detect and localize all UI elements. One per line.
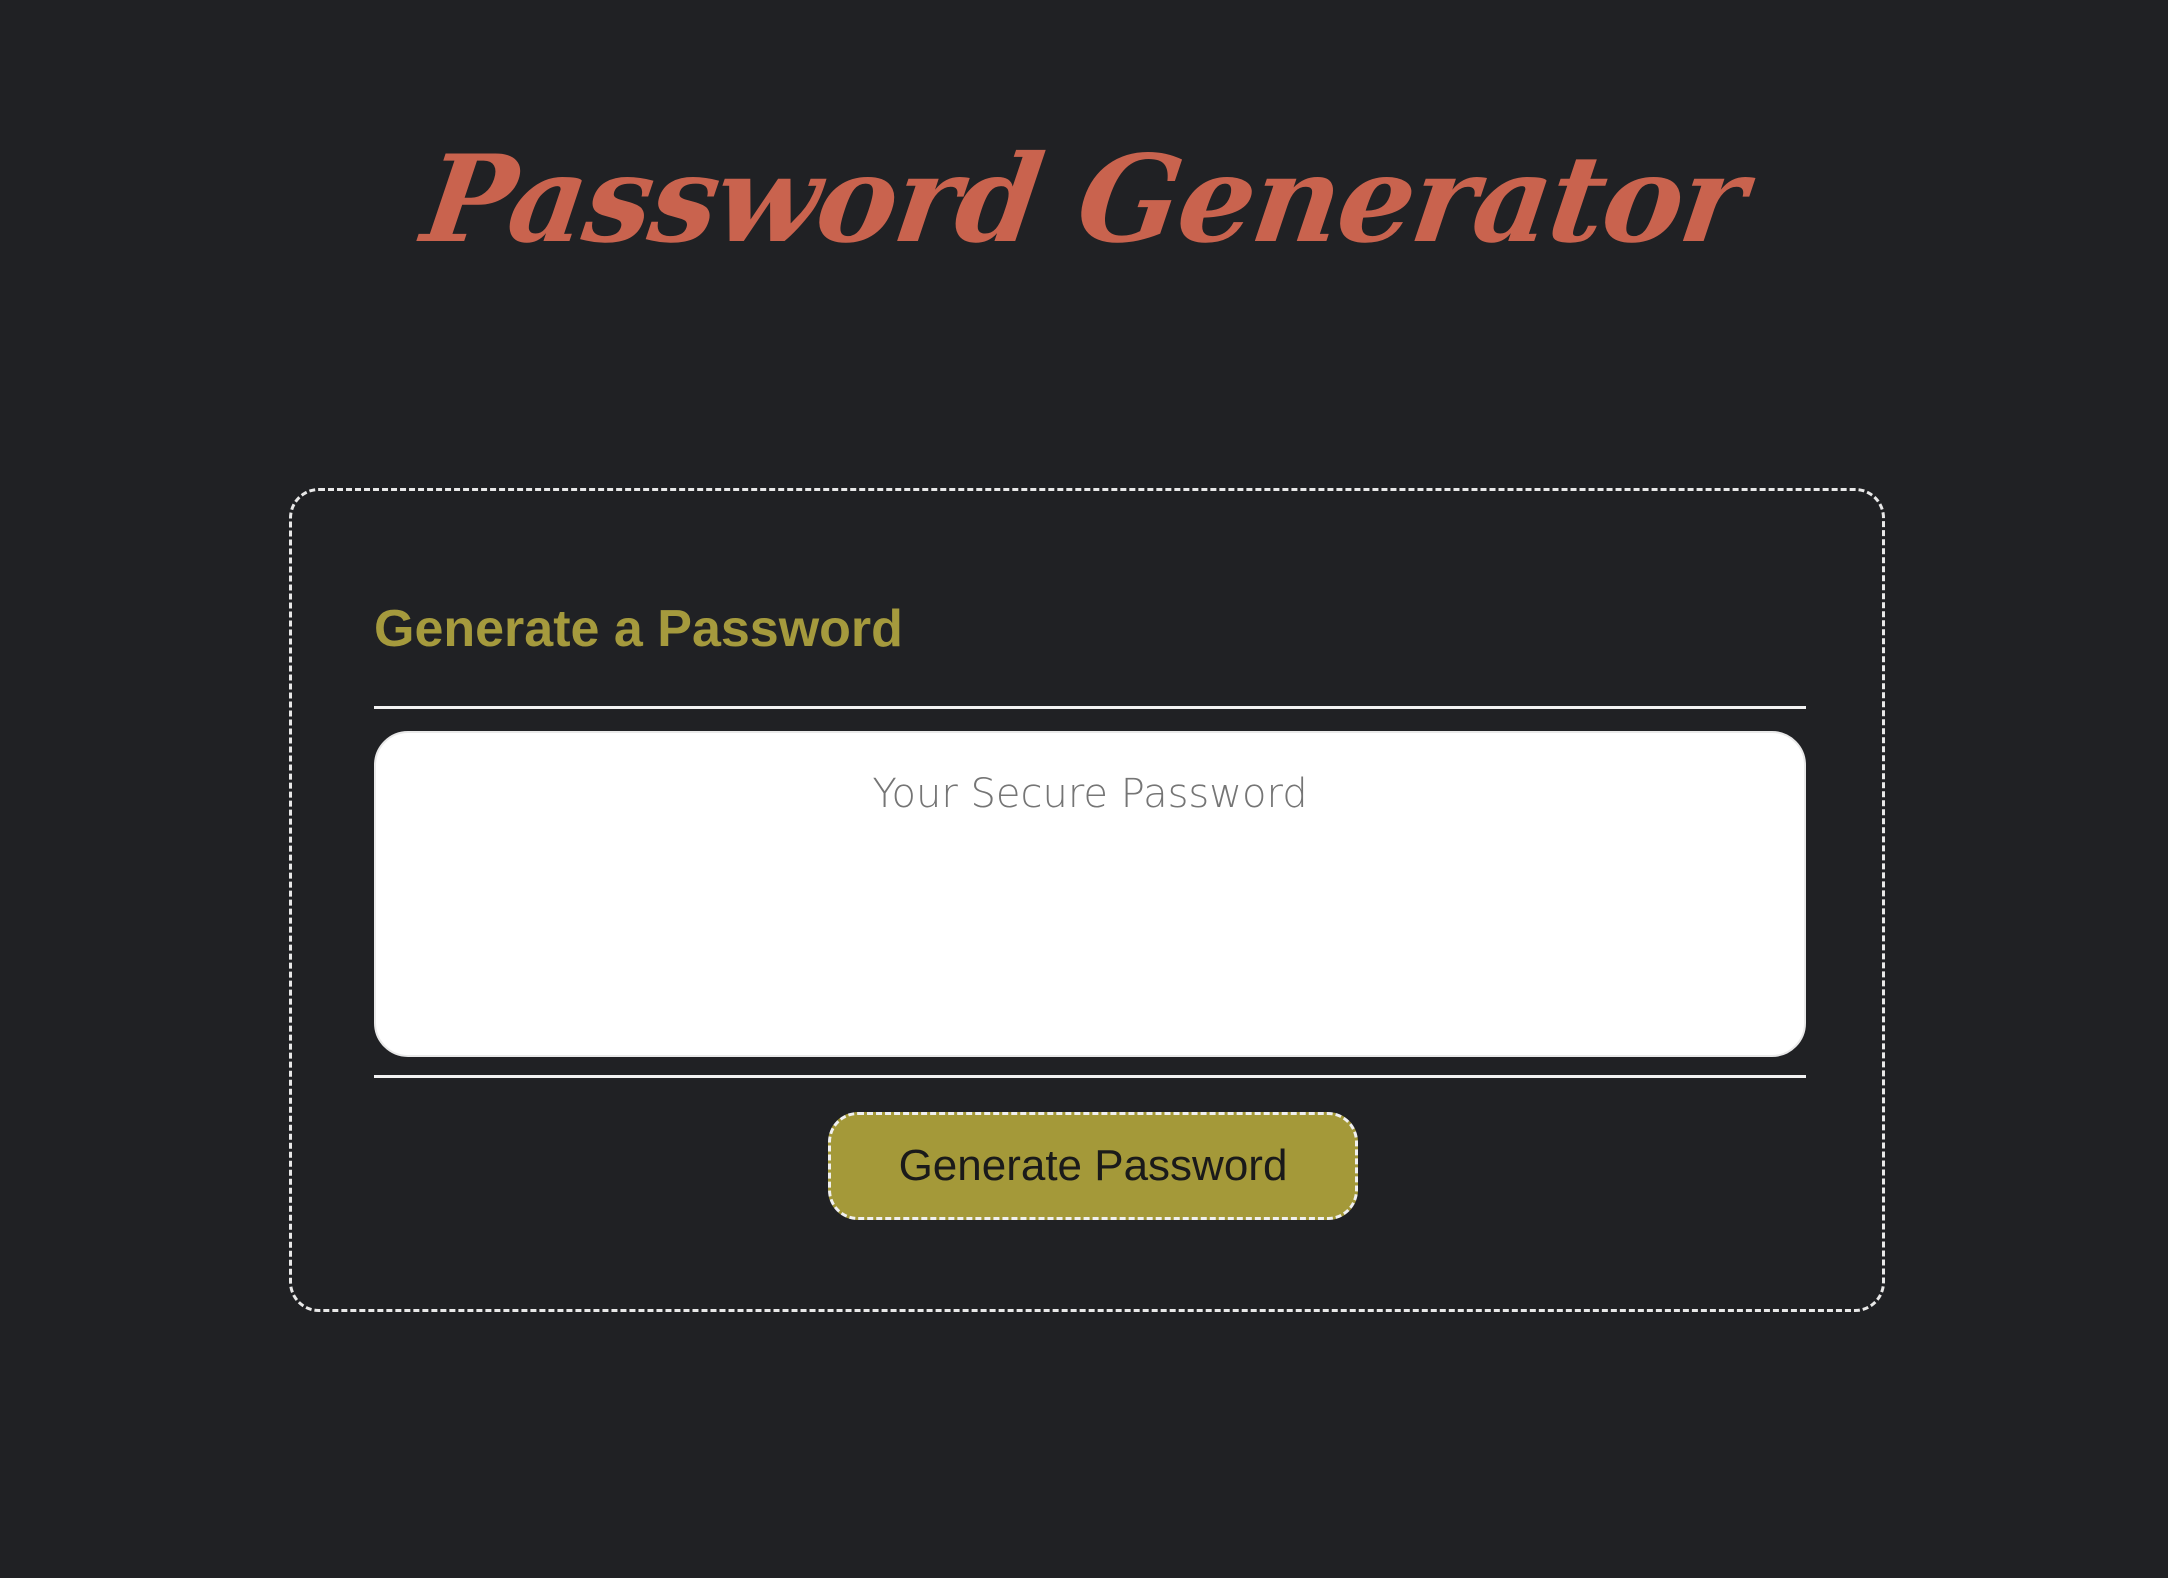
- card-divider-bottom: [374, 1075, 1806, 1078]
- card-divider-top: [374, 706, 1806, 709]
- page-title: Password Generator: [415, 129, 1754, 270]
- card-header-title: Generate a Password: [374, 600, 903, 658]
- password-card: Generate a Password Generate Password: [289, 488, 1885, 1312]
- generate-password-button[interactable]: Generate Password: [828, 1112, 1358, 1220]
- password-output-field[interactable]: [374, 731, 1806, 1057]
